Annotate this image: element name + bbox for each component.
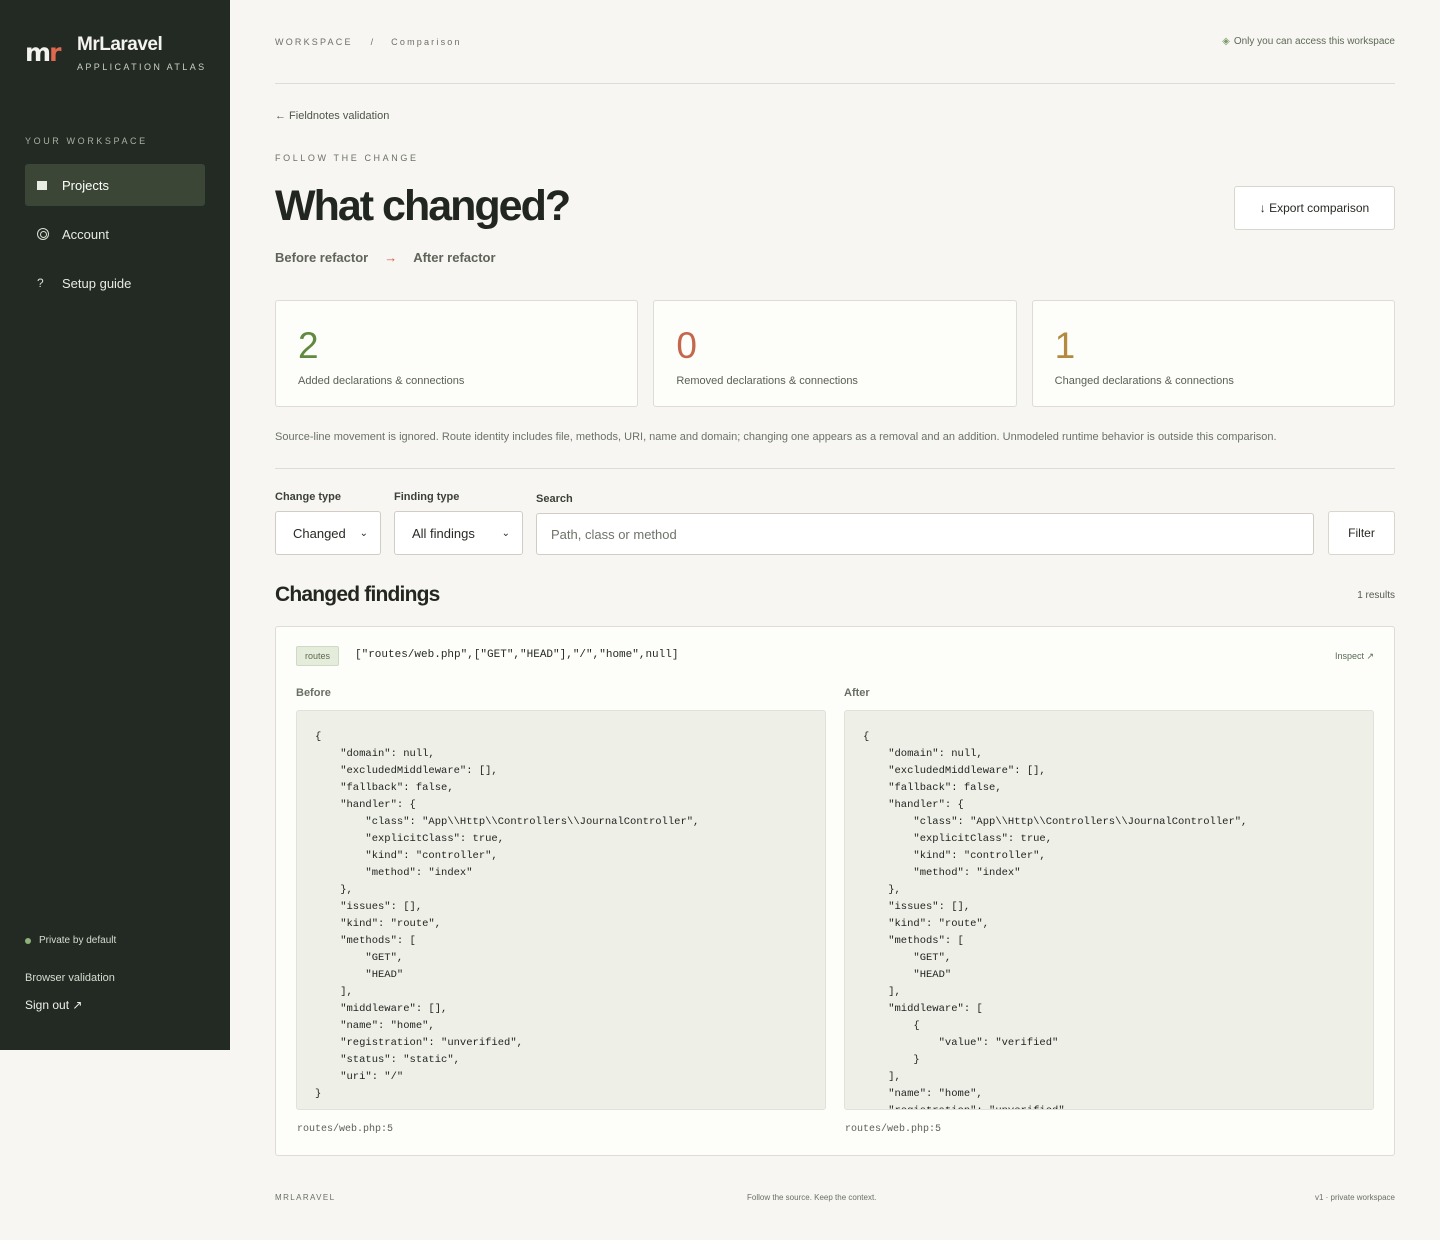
sidebar-item-label: Setup guide	[62, 275, 132, 291]
after-location: routes/web.php:5	[845, 1124, 942, 1135]
arrow-right-icon: →	[384, 250, 398, 265]
chevron-down-icon: ⌄	[501, 527, 510, 539]
sidebar-item-label: Projects	[62, 177, 109, 193]
back-link[interactable]: ← Fieldnotes validation	[275, 110, 389, 122]
brand-subtitle: APPLICATION ATLAS	[77, 62, 207, 72]
square-icon	[37, 180, 62, 190]
results-count: 1 results	[1357, 590, 1395, 601]
after-label: After	[844, 687, 870, 699]
version-pair: Before refactor → After refactor	[275, 250, 496, 265]
brand-name: MrLaravel	[77, 34, 163, 55]
finding-type-value: All findings	[412, 525, 475, 541]
before-code: { "domain": null, "excludedMiddleware": …	[315, 731, 700, 1100]
before-code-panel[interactable]: { "domain": null, "excludedMiddleware": …	[296, 710, 826, 1110]
breadcrumb-separator: /	[370, 37, 374, 47]
top-bar: WORKSPACE / Comparison ◈ Only you can acces…	[275, 36, 1395, 84]
ring-icon	[37, 228, 62, 240]
breadcrumb-comparison: Comparison	[391, 37, 462, 47]
finding-type-label: Finding type	[394, 491, 460, 503]
stat-added-value: 2	[298, 325, 319, 366]
sidebar-item-label: Account	[62, 226, 109, 242]
comparison-note: Source-line movement is ignored. Route i…	[275, 431, 1277, 443]
stat-removed: 0 Removed declarations & connections	[653, 300, 1017, 407]
footer-version: v1 · private workspace	[1314, 1193, 1395, 1202]
change-type-value: Changed	[293, 525, 346, 541]
finding-key: ["routes/web.php",["GET","HEAD"],"/","ho…	[355, 649, 679, 661]
before-label: Before	[296, 687, 331, 699]
stats-row: 2 Added declarations & connections 0 Rem…	[275, 300, 1395, 407]
sidebar: mr MrLaravel APPLICATION ATLAS YOUR WORK…	[0, 0, 230, 1050]
search-label: Search	[536, 493, 573, 505]
private-label: Private by default	[39, 935, 117, 946]
browser-validation-link[interactable]: Browser validation	[25, 972, 115, 984]
workspace-label: YOUR WORKSPACE	[25, 136, 148, 146]
inspect-link[interactable]: Inspect ↗	[1335, 651, 1374, 662]
finding-card: routes ["routes/web.php",["GET","HEAD"],…	[275, 626, 1395, 1156]
brand-logo-r: r	[49, 38, 61, 67]
after-version[interactable]: After refactor	[413, 250, 495, 265]
change-type-select[interactable]: Changed ⌄	[275, 511, 381, 555]
change-type-label: Change type	[275, 491, 342, 503]
after-code-panel[interactable]: { "domain": null, "excludedMiddleware": …	[844, 710, 1374, 1110]
finding-tag: routes	[296, 646, 340, 666]
chevron-down-icon: ⌄	[359, 527, 368, 539]
stat-removed-value: 0	[676, 325, 697, 366]
sidebar-nav: Projects Account ? Setup guide	[25, 164, 205, 311]
finding-type-select[interactable]: All findings ⌄	[394, 511, 523, 555]
after-code: { "domain": null, "excludedMiddleware": …	[863, 731, 1248, 1109]
filter-button[interactable]: Filter	[1328, 511, 1395, 555]
before-version[interactable]: Before refactor	[275, 250, 368, 265]
eyebrow: FOLLOW THE CHANGE	[275, 153, 419, 163]
brand-text: MrLaravel APPLICATION ATLAS	[77, 34, 207, 72]
diamond-icon: ◈	[1222, 36, 1230, 47]
divider	[275, 468, 1395, 469]
sidebar-item-projects[interactable]: Projects	[25, 164, 205, 206]
stat-added: 2 Added declarations & connections	[275, 300, 639, 407]
brand[interactable]: mr MrLaravel APPLICATION ATLAS	[25, 34, 207, 72]
breadcrumb-workspace[interactable]: WORKSPACE	[275, 37, 353, 47]
sidebar-item-setup-guide[interactable]: ? Setup guide	[25, 262, 205, 304]
sidebar-item-account[interactable]: Account	[25, 213, 205, 255]
stat-added-label: Added declarations & connections	[298, 375, 465, 387]
before-location: routes/web.php:5	[297, 1124, 394, 1135]
brand-logo-m: m	[25, 38, 51, 67]
page-title: What changed?	[275, 182, 571, 230]
footer-brand: MRLARAVEL	[275, 1193, 336, 1202]
breadcrumb: WORKSPACE / Comparison	[275, 37, 462, 47]
status-dot-icon	[25, 937, 31, 944]
stat-removed-label: Removed declarations & connections	[676, 375, 858, 387]
search-input[interactable]	[536, 513, 1314, 555]
stat-changed: 1 Changed declarations & connections	[1031, 300, 1395, 407]
stat-changed-value: 1	[1054, 325, 1076, 366]
access-notice: ◈ Only you can access this workspace	[1222, 36, 1395, 47]
sign-out-link[interactable]: Sign out ↗	[25, 998, 82, 1012]
footer-tagline: Follow the source. Keep the context.	[747, 1193, 877, 1202]
private-indicator: Private by default	[25, 935, 116, 946]
question-icon: ?	[37, 276, 44, 290]
section-title: Changed findings	[275, 583, 440, 606]
export-comparison-button[interactable]: ↓ Export comparison	[1234, 186, 1395, 230]
stat-changed-label: Changed declarations & connections	[1054, 375, 1234, 387]
brand-logo: mr	[25, 38, 65, 67]
access-text: Only you can access this workspace	[1233, 36, 1395, 47]
